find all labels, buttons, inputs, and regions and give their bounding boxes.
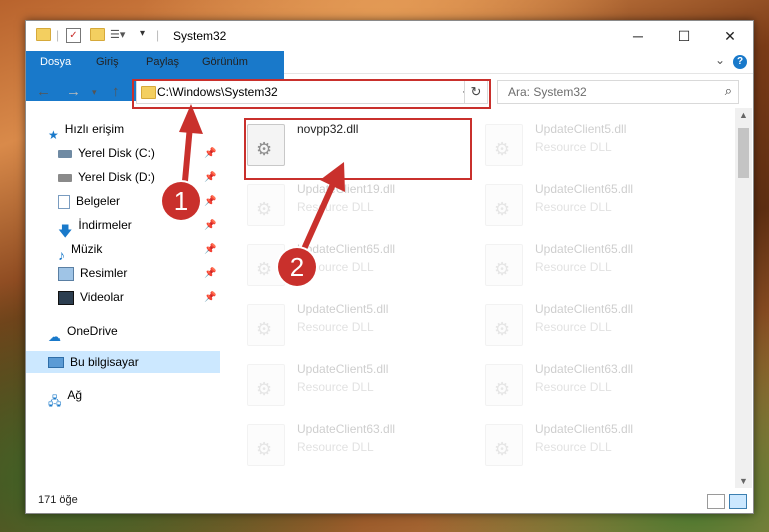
arrow-2-shaft [297, 180, 337, 260]
arrow-1-head [179, 104, 203, 134]
step-1-badge: 1 [162, 182, 200, 220]
step-2-badge: 2 [278, 248, 316, 286]
annotation-arrows [179, 104, 345, 260]
